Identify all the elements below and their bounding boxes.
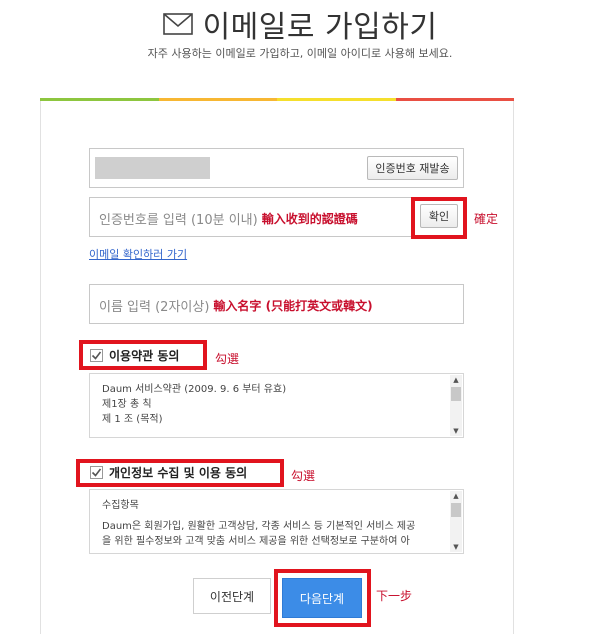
masked-email-value: [95, 157, 210, 179]
page-header: 이메일로 가입하기: [0, 4, 600, 45]
terms-scrollbar[interactable]: ▲ ▼: [450, 375, 462, 436]
envelope-icon: [162, 13, 193, 35]
check-email-link[interactable]: 이메일 확인하러 가기: [89, 246, 187, 262]
name-note: 輸入名字 (只能打英文或韓文): [213, 299, 373, 313]
verification-code-placeholder-row: 인증번호를 입력 (10분 이내) 輸入收到的認證碼: [99, 209, 358, 228]
terms-line: 제 1 조 (목적): [102, 414, 163, 425]
prev-step-button[interactable]: 이전단계: [193, 578, 271, 614]
terms-line: 제1장 총 칙: [102, 399, 152, 410]
privacy-text: 수집항목 Daum은 회원가입, 원활한 고객상담, 각종 서비스 등 기본적인…: [102, 498, 415, 549]
terms-scroll-thumb[interactable]: [451, 387, 461, 401]
annotation-box-privacy: [76, 459, 284, 487]
privacy-note: 勾選: [291, 469, 316, 483]
verification-code-placeholder: 인증번호를 입력 (10분 이내): [99, 213, 258, 228]
scroll-down-arrow-icon[interactable]: ▼: [450, 542, 462, 552]
stripe-orange: [158, 98, 277, 101]
stripe-yellow: [277, 98, 396, 101]
privacy-scrollbar[interactable]: ▲ ▼: [450, 491, 462, 552]
page-subtitle: 자주 사용하는 이메일로 가입하고, 이메일 아이디로 사용해 보세요.: [147, 47, 453, 60]
verification-code-note: 輸入收到的認證碼: [261, 212, 358, 226]
next-note: 下一步: [376, 589, 413, 603]
scroll-down-arrow-icon[interactable]: ▼: [450, 426, 462, 436]
terms-note: 勾選: [215, 352, 240, 366]
scroll-up-arrow-icon[interactable]: ▲: [450, 491, 462, 501]
name-placeholder-row: 이름 입력 (2자이상) 輸入名字 (只能打英文或韓文): [99, 296, 373, 315]
name-placeholder: 이름 입력 (2자이상): [99, 300, 210, 315]
stripe-red: [395, 98, 514, 101]
terms-text: Daum 서비스약관 (2009. 9. 6 부터 유효) 제1장 총 칙 제 …: [102, 382, 286, 427]
annotation-box-terms: [79, 340, 207, 370]
scroll-up-arrow-icon[interactable]: ▲: [450, 375, 462, 385]
annotation-box-confirm: [411, 197, 467, 239]
privacy-line: 수집항목: [102, 500, 139, 511]
privacy-line: 을 위한 필수정보와 고객 맞춤 서비스 제공을 위한 선택정보로 구분하여 아: [102, 536, 410, 547]
color-stripe: [40, 98, 514, 101]
privacy-text-box[interactable]: 수집항목 Daum은 회원가입, 원활한 고객상담, 각종 서비스 등 기본적인…: [89, 489, 464, 554]
terms-text-box[interactable]: Daum 서비스약관 (2009. 9. 6 부터 유효) 제1장 총 칙 제 …: [89, 373, 464, 438]
annotation-box-next: [274, 569, 371, 627]
privacy-scroll-thumb[interactable]: [451, 503, 461, 517]
resend-code-button[interactable]: 인증번호 재발송: [367, 156, 458, 180]
page-title: 이메일로 가입하기: [202, 10, 438, 45]
terms-line: Daum 서비스약관 (2009. 9. 6 부터 유효): [102, 384, 287, 395]
confirm-note: 確定: [474, 212, 499, 226]
privacy-line: Daum은 회원가입, 원활한 고객상담, 각종 서비스 등 기본적인 서비스 …: [102, 521, 416, 532]
stripe-green: [40, 98, 159, 101]
